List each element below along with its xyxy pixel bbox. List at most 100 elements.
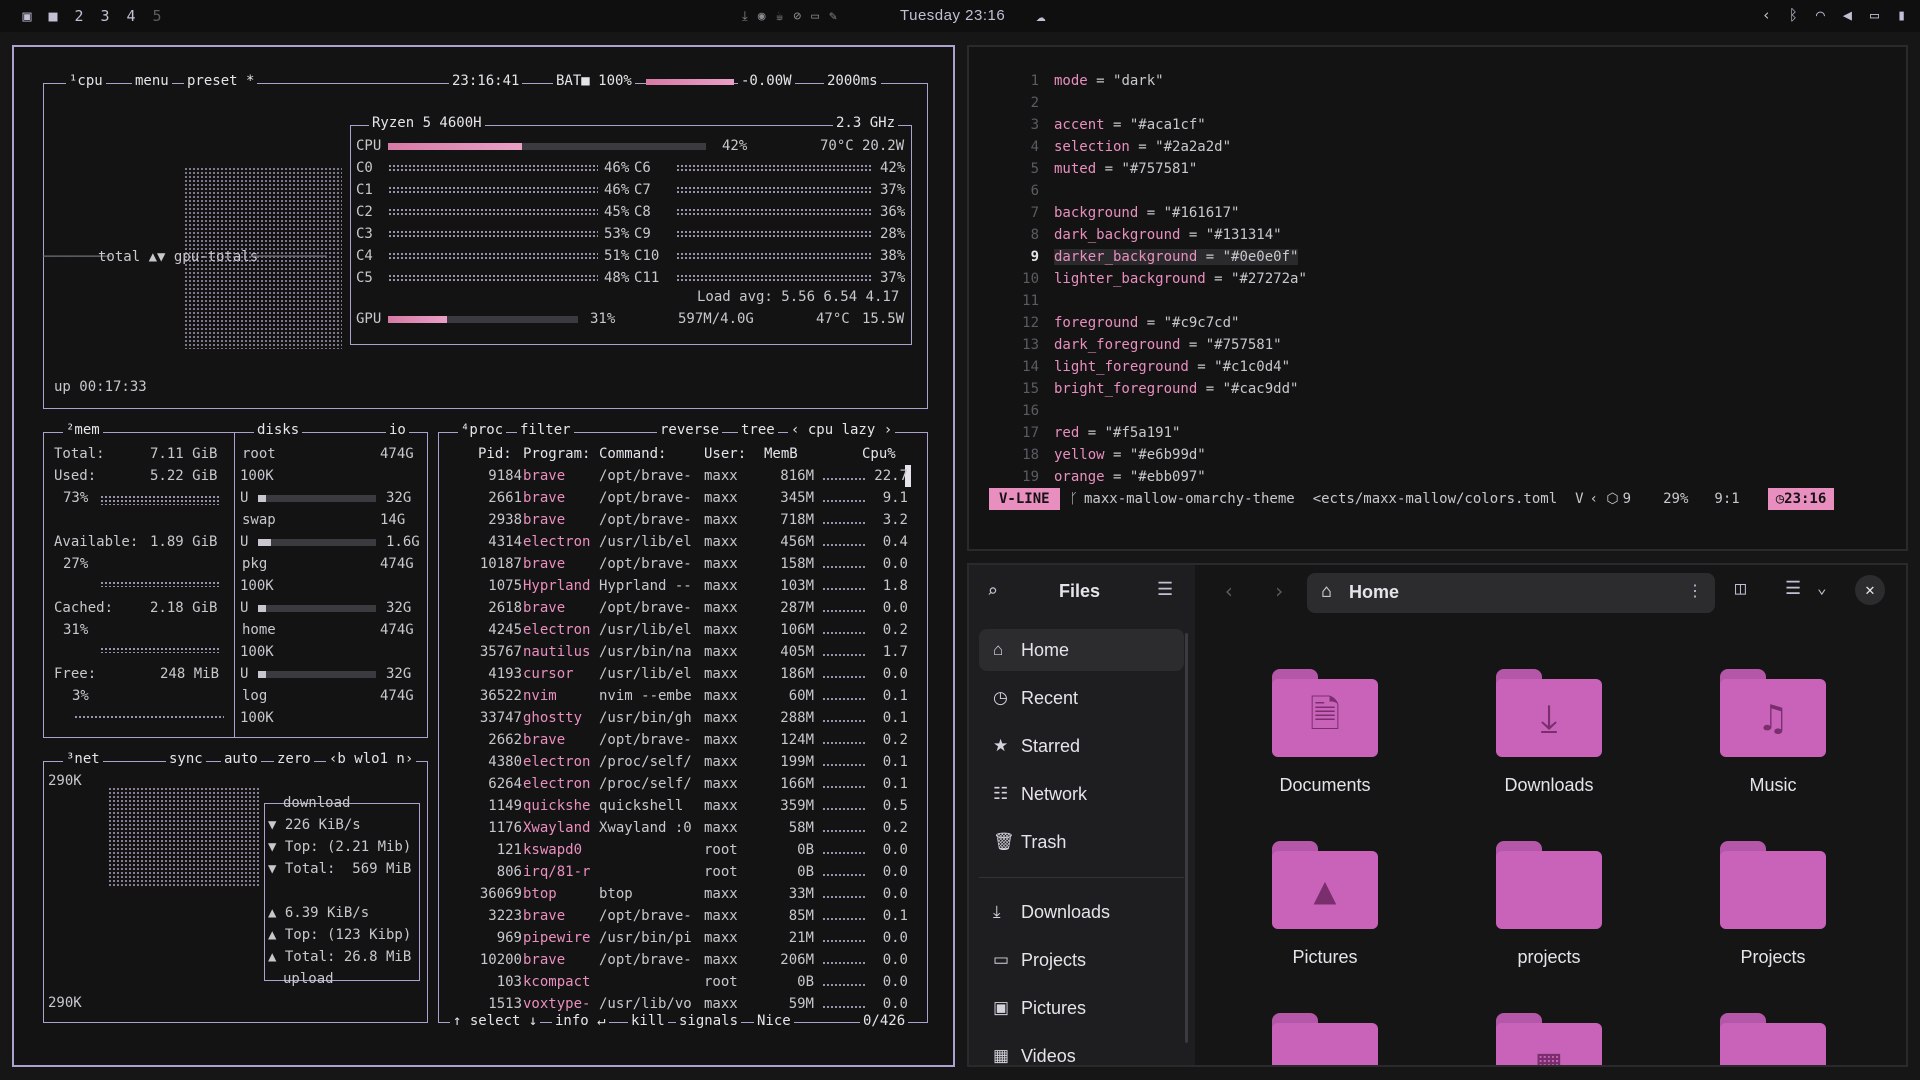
- sidebar-item-projects[interactable]: ▭ Projects: [979, 939, 1184, 981]
- code-line[interactable]: yellow = "#e6b99d": [1054, 447, 1206, 463]
- proc-reverse-toggle[interactable]: reverse: [657, 422, 723, 438]
- workspace-4[interactable]: 4: [122, 7, 140, 25]
- proc-cell: brave: [523, 732, 566, 748]
- dnd-indicator-icon[interactable]: ⊘: [793, 9, 801, 24]
- battery-icon[interactable]: ▮: [1897, 6, 1906, 24]
- io-toggle[interactable]: io: [386, 422, 409, 438]
- hamburger-menu-icon[interactable]: ☰: [1157, 579, 1173, 600]
- line-number: 14: [1022, 359, 1039, 375]
- code-line[interactable]: selection = "#2a2a2d": [1054, 139, 1231, 155]
- line-number: 3: [1030, 117, 1039, 133]
- preset-button[interactable]: preset *: [184, 73, 258, 89]
- back-icon[interactable]: ‹: [1223, 579, 1235, 603]
- sidebar-item-recent[interactable]: ◷ Recent: [979, 677, 1184, 719]
- btop-window[interactable]: ¹cpu menu preset * 23:16:41 BAT■ 100% -0…: [12, 45, 955, 1067]
- folder-item[interactable]: 🗎 Documents: [1265, 669, 1385, 796]
- location-bar[interactable]: ⌂ Home ⋮: [1307, 573, 1715, 613]
- workspace-5[interactable]: 5: [148, 7, 166, 25]
- monitor-icon[interactable]: ▭: [1870, 6, 1879, 24]
- code-line[interactable]: light_foreground = "#c1c0d4": [1054, 359, 1290, 375]
- visual-mark: V: [1575, 491, 1584, 507]
- net-interface-selector[interactable]: ‹b wlo1 n›: [326, 751, 417, 767]
- folder-item[interactable]: ♫ Music: [1713, 669, 1833, 796]
- record-indicator-icon[interactable]: ◉: [758, 9, 766, 24]
- folder-item[interactable]: ⤓ Downloads: [1489, 669, 1609, 796]
- sidebar-item-starred[interactable]: ★ Starred: [979, 725, 1184, 767]
- launcher-icon[interactable]: ▣: [18, 7, 36, 25]
- search-icon[interactable]: ⌕: [987, 581, 998, 602]
- display-indicator-icon[interactable]: ▭: [811, 9, 819, 24]
- editor-window[interactable]: 1 mode = "dark" 2 3 accent = "#aca1cf" 4 selec…: [967, 45, 1908, 551]
- code-line[interactable]: muted = "#757581": [1054, 161, 1197, 177]
- sidebar-item-pictures[interactable]: ▣ Pictures: [979, 987, 1184, 1029]
- code-line[interactable]: dark_foreground = "#757581": [1054, 337, 1282, 353]
- location-menu-icon[interactable]: ⋮: [1687, 581, 1703, 600]
- col-cpu[interactable]: Cpu%: [862, 445, 896, 463]
- screenshot-icon[interactable]: ◫: [1735, 578, 1746, 599]
- forward-icon[interactable]: ›: [1273, 579, 1285, 603]
- folder-item[interactable]: ▲ Pictures: [1265, 841, 1385, 968]
- code-line[interactable]: mode = "dark": [1054, 73, 1164, 89]
- proc-tree-toggle[interactable]: tree: [738, 422, 778, 438]
- code-line[interactable]: background = "#161617": [1054, 205, 1239, 221]
- workspace-active-icon[interactable]: ■: [44, 7, 62, 25]
- folder-item[interactable]: Projects: [1713, 841, 1833, 968]
- proc-cell: 22.7: [874, 468, 908, 484]
- proc-filter-button[interactable]: filter: [517, 422, 574, 438]
- sidebar-item-downloads[interactable]: ⤓ Downloads: [979, 891, 1184, 933]
- sidebar-scrollbar[interactable]: [1185, 633, 1188, 1043]
- proc-cpu-graph: [822, 939, 866, 943]
- proc-cell: maxx: [704, 820, 738, 836]
- col-command[interactable]: Command:: [599, 445, 666, 463]
- col-program[interactable]: Program:: [523, 445, 590, 463]
- clock[interactable]: Tuesday 23:16: [900, 7, 1005, 24]
- code-line[interactable]: darker_background = "#0e0e0f": [1054, 249, 1299, 265]
- idle-indicator-icon[interactable]: ☕: [776, 9, 784, 24]
- proc-sort-selector[interactable]: ‹ cpu lazy ›: [788, 422, 896, 438]
- folder-item[interactable]: projects: [1489, 841, 1609, 968]
- core-name: C7: [634, 182, 651, 198]
- download-indicator-icon[interactable]: ⤓: [742, 9, 748, 24]
- net-graph: [108, 787, 260, 887]
- proc-cell: 10187: [479, 556, 522, 572]
- sidebar-item-network[interactable]: ☷ Network: [979, 773, 1184, 815]
- folder-item[interactable]: ▦: [1489, 1013, 1609, 1065]
- net-zero-toggle[interactable]: zero: [274, 751, 314, 767]
- wifi-icon[interactable]: ◠: [1816, 6, 1825, 24]
- net-sync-toggle[interactable]: sync: [166, 751, 206, 767]
- sidebar-item-videos[interactable]: ▦ Videos: [979, 1035, 1184, 1066]
- code-line[interactable]: bright_foreground = "#cac9dd": [1054, 381, 1298, 397]
- code-key: dark_background: [1054, 227, 1181, 243]
- col-pid[interactable]: Pid:: [478, 445, 512, 463]
- mem-used-meter: [100, 495, 220, 505]
- col-mem[interactable]: MemB: [764, 445, 798, 463]
- code-line[interactable]: dark_background = "#131314": [1054, 227, 1282, 243]
- folder-item[interactable]: [1713, 1013, 1833, 1065]
- net-auto-toggle[interactable]: auto: [221, 751, 261, 767]
- menu-button[interactable]: menu: [132, 73, 172, 89]
- sidebar-item-trash[interactable]: 🗑 Trash: [979, 821, 1184, 863]
- code-line[interactable]: orange = "#ebb097": [1054, 469, 1206, 485]
- close-icon[interactable]: ✕: [1855, 575, 1885, 605]
- col-user[interactable]: User:: [704, 445, 746, 463]
- code-line[interactable]: red = "#f5a191": [1054, 425, 1180, 441]
- code-line[interactable]: foreground = "#c9c7cd": [1054, 315, 1239, 331]
- files-window[interactable]: ⌕ Files ☰ ⌂ Home ◷ Recent ★ Starred ☷ Network 🗑 T…: [967, 563, 1908, 1067]
- bluetooth-icon[interactable]: ᛒ: [1789, 6, 1798, 24]
- volume-icon[interactable]: ◀: [1843, 6, 1852, 24]
- weather-icon[interactable]: ☁: [1036, 6, 1046, 25]
- workspace-3[interactable]: 3: [96, 7, 114, 25]
- sidebar-item-home[interactable]: ⌂ Home: [979, 629, 1184, 671]
- line-number: 1: [1030, 73, 1039, 89]
- code-line[interactable]: accent = "#aca1cf": [1054, 117, 1206, 133]
- folder-item[interactable]: [1265, 1013, 1385, 1065]
- core-meter: [676, 208, 872, 216]
- view-list-icon[interactable]: ☰: [1785, 578, 1801, 599]
- workspace-2[interactable]: 2: [70, 7, 88, 25]
- edit-indicator-icon[interactable]: ✎: [829, 9, 837, 24]
- chevron-down-icon[interactable]: ⌄: [1817, 578, 1827, 597]
- tray-expand-icon[interactable]: ‹: [1762, 6, 1771, 24]
- code-line[interactable]: lighter_background = "#27272a": [1054, 271, 1307, 287]
- disk-used-label: U: [240, 600, 249, 616]
- update-interval[interactable]: 2000ms: [824, 73, 881, 89]
